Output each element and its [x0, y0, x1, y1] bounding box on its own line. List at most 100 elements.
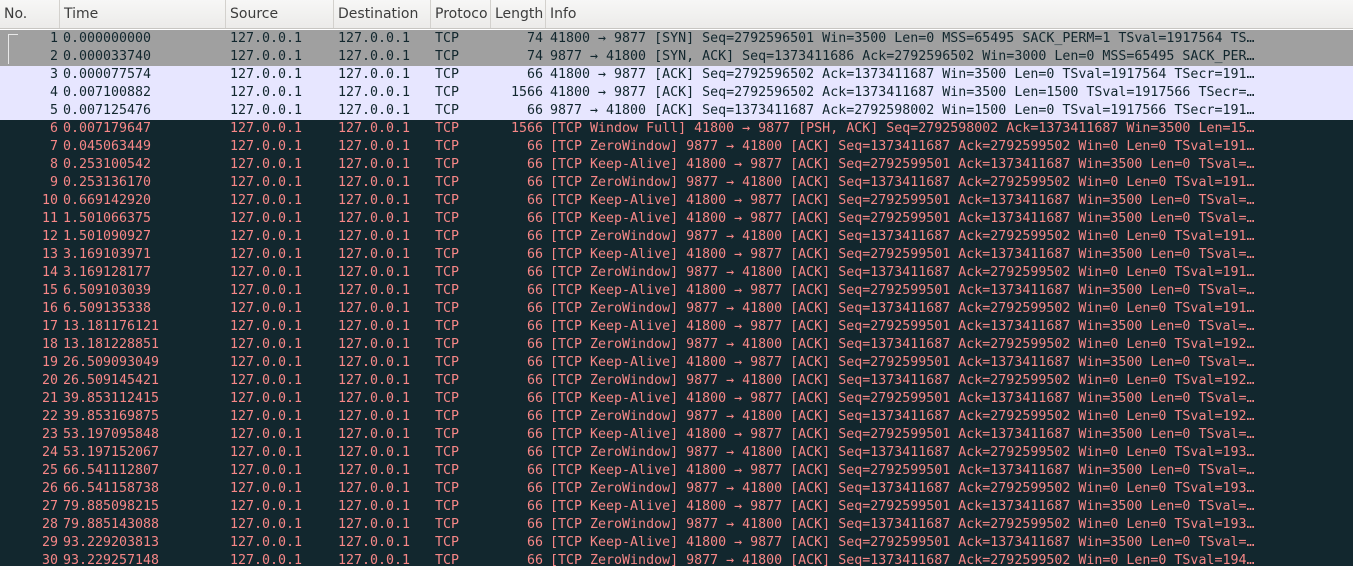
packet-row[interactable]: 6 0.007179647 127.0.0.1 127.0.0.1 TCP 1566 [TC…	[0, 120, 1353, 138]
packet-length: 66	[526, 175, 543, 190]
packet-time: 1.501066375	[63, 211, 152, 226]
packet-source: 127.0.0.1	[230, 265, 303, 280]
packet-source: 127.0.0.1	[230, 85, 303, 100]
packet-row[interactable]: 1 0.000000000 127.0.0.1 127.0.0.1 TCP 74 41800…	[0, 30, 1353, 48]
column-header-protocol[interactable]: Protoco	[431, 0, 491, 28]
packet-protocol: TCP	[435, 427, 460, 442]
packet-time: 39.853112415	[63, 391, 160, 406]
packet-info: [TCP ZeroWindow] 9877 → 41800 [ACK] Seq=…	[550, 337, 1255, 352]
packet-length: 66	[526, 247, 543, 262]
packet-source: 127.0.0.1	[230, 481, 303, 496]
packet-time: 0.000033740	[63, 49, 152, 64]
packet-row[interactable]: 17 13.181176121 127.0.0.1 127.0.0.1 TCP 66 [TC…	[0, 318, 1353, 336]
packet-time: 13.181228851	[63, 337, 160, 352]
packet-source: 127.0.0.1	[230, 283, 303, 298]
packet-info: [TCP ZeroWindow] 9877 → 41800 [ACK] Seq=…	[550, 481, 1255, 496]
packet-row[interactable]: 9 0.253136170 127.0.0.1 127.0.0.1 TCP 66 [TCP …	[0, 174, 1353, 192]
packet-row[interactable]: 3 0.000077574 127.0.0.1 127.0.0.1 TCP 66 41800…	[0, 66, 1353, 84]
packet-destination: 127.0.0.1	[338, 517, 411, 532]
column-header-info[interactable]: Info	[546, 0, 1353, 28]
packet-info: 41800 → 9877 [ACK] Seq=2792596502 Ack=13…	[550, 85, 1255, 100]
packet-row[interactable]: 19 26.509093049 127.0.0.1 127.0.0.1 TCP 66 [TC…	[0, 354, 1353, 372]
packet-row[interactable]: 26 66.541158738 127.0.0.1 127.0.0.1 TCP 66 [TC…	[0, 480, 1353, 498]
packet-protocol: TCP	[435, 409, 460, 424]
packet-destination: 127.0.0.1	[338, 103, 411, 118]
packet-row[interactable]: 22 39.853169875 127.0.0.1 127.0.0.1 TCP 66 [TC…	[0, 408, 1353, 426]
packet-list[interactable]: No. Time Source Destination Protoco Leng…	[0, 0, 1353, 570]
packet-source: 127.0.0.1	[230, 391, 303, 406]
partial-next-row	[0, 566, 1353, 570]
packet-source: 127.0.0.1	[230, 373, 303, 388]
packet-time: 66.541158738	[63, 481, 160, 496]
packet-protocol: TCP	[435, 265, 460, 280]
packet-time: 53.197152067	[63, 445, 160, 460]
column-header-no[interactable]: No.	[0, 0, 60, 28]
packet-info: [TCP Keep-Alive] 41800 → 9877 [ACK] Seq=…	[550, 391, 1255, 406]
packet-length: 66	[526, 409, 543, 424]
packet-row[interactable]: 7 0.045063449 127.0.0.1 127.0.0.1 TCP 66 [TCP …	[0, 138, 1353, 156]
packet-row[interactable]: 4 0.007100882 127.0.0.1 127.0.0.1 TCP 1566 418…	[0, 84, 1353, 102]
packet-row[interactable]: 24 53.197152067 127.0.0.1 127.0.0.1 TCP 66 [TC…	[0, 444, 1353, 462]
packet-destination: 127.0.0.1	[338, 373, 411, 388]
packet-source: 127.0.0.1	[230, 319, 303, 334]
packet-source: 127.0.0.1	[230, 229, 303, 244]
packet-row[interactable]: 18 13.181228851 127.0.0.1 127.0.0.1 TCP 66 [TC…	[0, 336, 1353, 354]
packet-row[interactable]: 8 0.253100542 127.0.0.1 127.0.0.1 TCP 66 [TCP …	[0, 156, 1353, 174]
packet-row[interactable]: 14 3.169128177 127.0.0.1 127.0.0.1 TCP 66 [TCP…	[0, 264, 1353, 282]
packet-source: 127.0.0.1	[230, 427, 303, 442]
packet-number: 4	[49, 85, 58, 100]
packet-length: 66	[526, 337, 543, 352]
packet-info: [TCP ZeroWindow] 9877 → 41800 [ACK] Seq=…	[550, 175, 1255, 190]
packet-time: 0.253100542	[63, 157, 152, 172]
packet-row[interactable]: 27 79.885098215 127.0.0.1 127.0.0.1 TCP 66 [TC…	[0, 498, 1353, 516]
packet-number: 15	[41, 283, 58, 298]
packet-time: 0.000000000	[63, 31, 152, 46]
packet-source: 127.0.0.1	[230, 31, 303, 46]
packet-protocol: TCP	[435, 193, 460, 208]
packet-length: 66	[526, 301, 543, 316]
packet-source: 127.0.0.1	[230, 139, 303, 154]
packet-source: 127.0.0.1	[230, 499, 303, 514]
packet-row[interactable]: 25 66.541112807 127.0.0.1 127.0.0.1 TCP 66 [TC…	[0, 462, 1353, 480]
packet-row[interactable]: 5 0.007125476 127.0.0.1 127.0.0.1 TCP 66 9877 …	[0, 102, 1353, 120]
packet-protocol: TCP	[435, 445, 460, 460]
packet-info: [TCP Keep-Alive] 41800 → 9877 [ACK] Seq=…	[550, 319, 1255, 334]
packet-length: 66	[526, 319, 543, 334]
packet-source: 127.0.0.1	[230, 193, 303, 208]
packet-destination: 127.0.0.1	[338, 139, 411, 154]
column-header-time[interactable]: Time	[60, 0, 226, 28]
packet-length: 1566	[510, 85, 543, 100]
packet-time: 0.669142920	[63, 193, 152, 208]
packet-number: 26	[41, 481, 58, 496]
packet-row[interactable]: 10 0.669142920 127.0.0.1 127.0.0.1 TCP 66 [TCP…	[0, 192, 1353, 210]
packet-protocol: TCP	[435, 157, 460, 172]
packet-length: 66	[526, 103, 543, 118]
packet-row[interactable]: 11 1.501066375 127.0.0.1 127.0.0.1 TCP 66 [TCP…	[0, 210, 1353, 228]
packet-length: 66	[526, 157, 543, 172]
packet-row[interactable]: 2 0.000033740 127.0.0.1 127.0.0.1 TCP 74 9877 …	[0, 48, 1353, 66]
packet-length: 74	[526, 31, 543, 46]
column-header-destination[interactable]: Destination	[334, 0, 431, 28]
packet-row[interactable]: 23 53.197095848 127.0.0.1 127.0.0.1 TCP 66 [TC…	[0, 426, 1353, 444]
packet-info: [TCP Keep-Alive] 41800 → 9877 [ACK] Seq=…	[550, 247, 1255, 262]
column-header-source[interactable]: Source	[226, 0, 334, 28]
packet-row[interactable]: 21 39.853112415 127.0.0.1 127.0.0.1 TCP 66 [TC…	[0, 390, 1353, 408]
packet-row[interactable]: 12 1.501090927 127.0.0.1 127.0.0.1 TCP 66 [TCP…	[0, 228, 1353, 246]
packet-row[interactable]: 13 3.169103971 127.0.0.1 127.0.0.1 TCP 66 [TCP…	[0, 246, 1353, 264]
column-header-length[interactable]: Length	[491, 0, 546, 28]
packet-row[interactable]: 20 26.509145421 127.0.0.1 127.0.0.1 TCP 66 [TC…	[0, 372, 1353, 390]
packet-time: 0.045063449	[63, 139, 152, 154]
packet-number: 8	[49, 157, 58, 172]
packet-number: 28	[41, 517, 58, 532]
packet-row[interactable]: 16 6.509135338 127.0.0.1 127.0.0.1 TCP 66 [TCP…	[0, 300, 1353, 318]
packet-source: 127.0.0.1	[230, 103, 303, 118]
packet-row[interactable]: 28 79.885143088 127.0.0.1 127.0.0.1 TCP 66 [TC…	[0, 516, 1353, 534]
packet-number: 17	[41, 319, 58, 334]
packet-info: [TCP Keep-Alive] 41800 → 9877 [ACK] Seq=…	[550, 157, 1255, 172]
packet-length: 66	[526, 445, 543, 460]
packet-row[interactable]: 29 93.229203813 127.0.0.1 127.0.0.1 TCP 66 [TC…	[0, 534, 1353, 552]
packet-row[interactable]: 15 6.509103039 127.0.0.1 127.0.0.1 TCP 66 [TCP…	[0, 282, 1353, 300]
packet-time: 0.007100882	[63, 85, 152, 100]
packet-destination: 127.0.0.1	[338, 31, 411, 46]
packet-length: 66	[526, 517, 543, 532]
